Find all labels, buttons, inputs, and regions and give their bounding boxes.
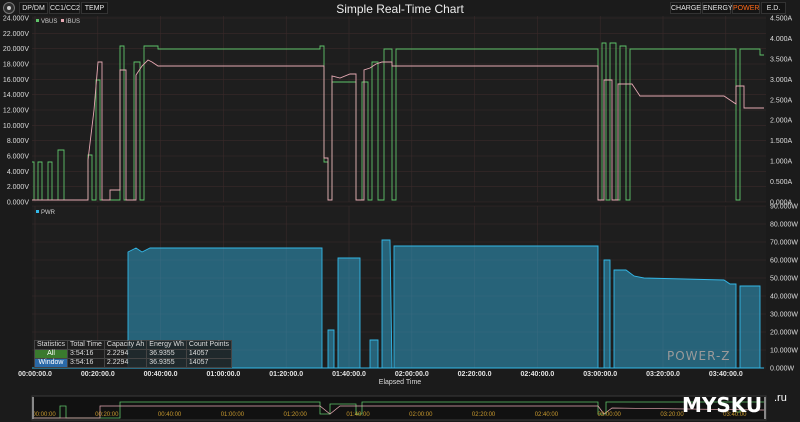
overview-tick-label: 01:20:00 [284, 412, 308, 418]
x-axis: 00:00:00.0 00:20:00.0 00:40:00.0 01:00:00.0… [18, 371, 743, 378]
y-right-tick-label: 0.500A [770, 179, 793, 186]
bottom-y-right-axis: 90.000W 80.000W 70.000W 60.000W 50.000W 40.00… [770, 204, 798, 373]
stats-header: Count Points [185, 340, 233, 350]
overview-tick-label: 00:40:00 [158, 412, 182, 418]
y-left-tick-label: 10.000V [3, 123, 29, 130]
legend-vbus: VBUS [41, 19, 57, 25]
overview-tick-label: 02:00:00 [409, 412, 433, 418]
y-right-tick-label: 80.000W [770, 222, 798, 229]
overview-tick-label: 01:00:00 [221, 412, 245, 418]
stats-row-all-label[interactable]: All [33, 349, 69, 359]
legend-pwr: PWR [41, 210, 56, 216]
y-right-tick-label: 40.000W [770, 294, 798, 301]
overview-tick-label: 02:40:00 [535, 412, 559, 418]
y-right-tick-label: 2.500A [770, 97, 793, 104]
stats-cell: 3:54:16 [67, 349, 105, 359]
y-right-tick-label: 4.000A [770, 36, 793, 43]
overview-tick-label: 03:20:00 [660, 412, 684, 418]
x-axis-title: Elapsed Time [378, 379, 422, 386]
y-left-tick-label: 6.000V [7, 154, 30, 161]
overview-tick-label: 01:40:00 [346, 412, 370, 418]
x-tick-label: 01:20:00.0 [269, 371, 303, 378]
x-tick-label: 03:40:00.0 [709, 371, 743, 378]
legend-vbus-swatch [36, 19, 39, 22]
overview-navigator[interactable] [31, 395, 767, 421]
x-tick-label: 02:00:00.0 [395, 371, 429, 378]
x-tick-label: 03:20:00.0 [646, 371, 680, 378]
stats-header: Total Time [67, 340, 105, 350]
stats-header: Energy Wh [146, 340, 187, 350]
top-y-left-axis: 24.000V 22.000V 20.000V 18.000V 16.000V 14.00… [3, 16, 29, 207]
y-left-tick-label: 24.000V [3, 16, 29, 23]
y-right-tick-label: 1.000A [770, 159, 793, 166]
stats-cell: 3:54:16 [67, 358, 105, 368]
statistics-table: Statistics Total Time Capacity Ah Energy… [33, 340, 233, 368]
overview-tick-label: 03:00:00 [598, 412, 622, 418]
y-left-tick-label: 2.000V [7, 184, 30, 191]
y-left-tick-label: 12.000V [3, 108, 29, 115]
y-right-tick-label: 3.500A [770, 56, 793, 63]
y-right-tick-label: 10.000W [770, 348, 798, 355]
stats-cell: 36.9355 [146, 358, 187, 368]
overview-tick-label: 00:20:00 [95, 412, 119, 418]
x-tick-label: 03:00:00.0 [583, 371, 617, 378]
y-left-tick-label: 18.000V [3, 62, 29, 69]
site-suffix: .ru [774, 392, 787, 404]
y-right-tick-label: 2.000A [770, 118, 793, 125]
y-right-tick-label: 20.000W [770, 330, 798, 337]
y-left-tick-label: 0.000V [7, 200, 30, 207]
y-right-tick-label: 70.000W [770, 240, 798, 247]
stats-cell: 14057 [185, 358, 233, 368]
y-right-tick-label: 4.500A [770, 16, 793, 23]
legend-ibus-swatch [61, 19, 64, 22]
stats-cell: 2.2294 [103, 349, 148, 359]
y-right-tick-label: 30.000W [770, 312, 798, 319]
y-left-tick-label: 14.000V [3, 92, 29, 99]
y-left-tick-label: 16.000V [3, 77, 29, 84]
brand-watermark: POWER-Z [667, 349, 731, 363]
x-tick-label: 00:20:00.0 [81, 371, 115, 378]
stats-row-window-label[interactable]: Window [33, 358, 69, 368]
y-right-tick-label: 1.500A [770, 138, 793, 145]
y-right-tick-label: 3.000A [770, 77, 793, 84]
overview-tick-label: 02:20:00 [472, 412, 496, 418]
top-plot-area [32, 16, 766, 202]
legend-ibus: IBUS [66, 19, 80, 25]
legend-pwr-swatch [36, 210, 39, 213]
x-tick-label: 02:20:00.0 [458, 371, 492, 378]
y-left-tick-label: 8.000V [7, 138, 30, 145]
y-left-tick-label: 22.000V [3, 31, 29, 38]
y-left-tick-label: 4.000V [7, 169, 30, 176]
stats-header: Statistics [33, 340, 69, 350]
x-tick-label: 00:00:00.0 [18, 371, 52, 378]
y-right-tick-label: 60.000W [770, 258, 798, 265]
x-tick-label: 01:40:00.0 [332, 371, 366, 378]
x-tick-label: 02:40:00.0 [520, 371, 554, 378]
stats-header: Capacity Ah [103, 340, 148, 350]
site-watermark: MYSKU [682, 393, 763, 417]
stats-cell: 2.2294 [103, 358, 148, 368]
y-right-tick-label: 50.000W [770, 276, 798, 283]
navigator-right-handle[interactable] [764, 397, 766, 419]
x-tick-label: 01:00:00.0 [206, 371, 240, 378]
overview-tick-label: 00:00:00 [32, 412, 56, 418]
navigator-left-handle[interactable] [32, 397, 34, 419]
y-left-tick-label: 20.000V [3, 46, 29, 53]
stats-cell: 36.9355 [146, 349, 187, 359]
y-right-tick-label: 0.000W [770, 366, 795, 373]
y-right-tick-label: 90.000W [770, 204, 798, 211]
stats-cell: 14057 [185, 349, 233, 359]
x-tick-label: 00:40:00.0 [144, 371, 178, 378]
top-y-right-axis: 4.500A 4.000A 3.500A 3.000A 2.500A 2.000A 1.50… [770, 16, 793, 207]
